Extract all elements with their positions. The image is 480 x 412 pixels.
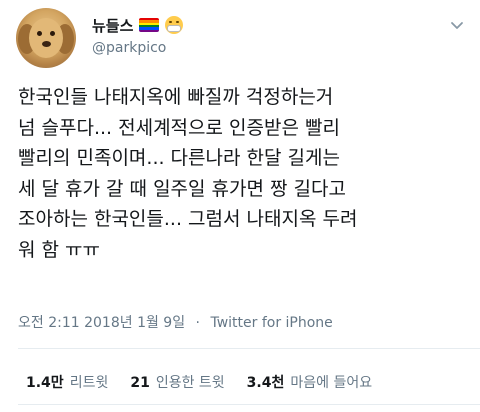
divider — [18, 404, 480, 405]
avatar-eye — [50, 31, 55, 36]
meta-separator: · — [195, 315, 200, 331]
chevron-down-icon[interactable] — [450, 18, 464, 32]
avatar-face — [29, 18, 63, 58]
name-row: 뉴들스 — [92, 14, 184, 36]
likes-stat[interactable]: 3.4천 마음에 들어요 — [247, 372, 372, 392]
tweet-stats: 1.4만 리트윗 21 인용한 트윗 3.4천 마음에 들어요 — [26, 372, 372, 392]
display-name[interactable]: 뉴들스 — [92, 15, 133, 36]
retweets-stat[interactable]: 1.4만 리트윗 — [26, 372, 108, 392]
tweet-header: 뉴들스 @parkpico — [16, 8, 464, 68]
divider — [18, 348, 480, 349]
quotes-stat[interactable]: 21 인용한 트윗 — [130, 372, 224, 392]
quotes-label: 인용한 트윗 — [155, 375, 225, 391]
rainbow-flag-icon — [139, 18, 160, 32]
retweets-label: 리트윗 — [69, 375, 109, 391]
retweets-count: 1.4만 — [26, 375, 64, 391]
quotes-count: 21 — [130, 375, 150, 391]
user-handle[interactable]: @parkpico — [92, 40, 166, 56]
tweet-client[interactable]: Twitter for iPhone — [210, 315, 332, 331]
tweet-meta: 오전 2:11 2018년 1월 9일 · Twitter for iPhone — [18, 312, 333, 332]
avatar[interactable] — [16, 8, 76, 68]
avatar-eye — [37, 31, 42, 36]
avatar-nose — [42, 41, 51, 47]
likes-count: 3.4천 — [246, 375, 285, 391]
likes-label: 마음에 들어요 — [290, 375, 373, 391]
flag-stripe — [139, 29, 160, 32]
tweet-time[interactable]: 오전 2:11 — [18, 315, 80, 331]
tweet-date[interactable]: 2018년 1월 9일 — [84, 315, 185, 331]
medical-mask-face-icon — [165, 16, 184, 34]
tweet-text: 한국인들 나태지옥에 빠질까 걱정하는거 넘 슬푸다... 전세계적으로 인증받… — [18, 86, 358, 261]
